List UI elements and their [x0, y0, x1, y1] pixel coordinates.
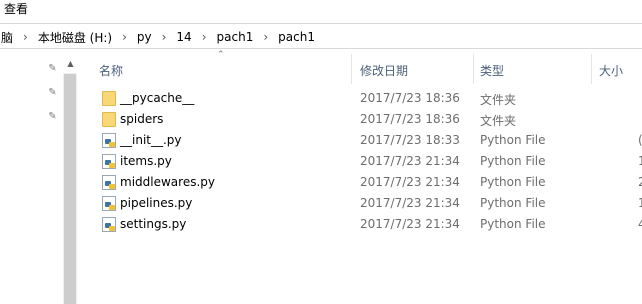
file-row[interactable]: __pycache__ 2017/7/23 18:36 文件夹 [80, 88, 642, 109]
chevron-right-icon[interactable]: › [194, 30, 215, 44]
column-divider[interactable] [473, 54, 474, 84]
file-date: 2017/7/23 21:34 [360, 175, 460, 189]
breadcrumb-item-drive[interactable]: 本地磁盘 (H:) [36, 29, 114, 46]
scrollbar-thumb[interactable] [64, 74, 76, 304]
file-name: pipelines.py [120, 196, 193, 210]
column-type[interactable]: 类型 [480, 62, 504, 79]
file-row[interactable]: pipelines.py 2017/7/23 21:34 Python File… [80, 193, 642, 214]
file-name: spiders [120, 112, 164, 126]
file-row[interactable]: settings.py 2017/7/23 21:34 Python File … [80, 214, 642, 235]
python-file-icon [102, 217, 116, 232]
address-bar[interactable]: 脑 › 本地磁盘 (H:) › py › 14 › pach1 › pach1 [0, 23, 642, 49]
python-file-icon [102, 196, 116, 211]
file-date: 2017/7/23 21:34 [360, 217, 460, 231]
file-size: 1 [638, 196, 642, 210]
file-row[interactable]: items.py 2017/7/23 21:34 Python File 1 [80, 151, 642, 172]
breadcrumb-item-14[interactable]: 14 [174, 30, 193, 44]
ribbon: 查看 [0, 0, 642, 18]
column-name[interactable]: 名称 [99, 62, 123, 79]
chevron-right-icon[interactable]: › [154, 30, 175, 44]
column-divider[interactable] [591, 54, 592, 84]
folder-icon [102, 91, 116, 106]
file-name: items.py [120, 154, 172, 168]
breadcrumb-item-computer[interactable]: 脑 [0, 29, 15, 46]
breadcrumb: 脑 › 本地磁盘 (H:) › py › 14 › pach1 › pach1 [0, 29, 317, 45]
sort-ascending-icon: ⌃ [217, 50, 225, 60]
file-row[interactable]: spiders 2017/7/23 18:36 文件夹 [80, 109, 642, 130]
file-type: Python File [480, 133, 546, 147]
file-size: 1 [638, 154, 642, 168]
file-type: 文件夹 [480, 114, 517, 128]
file-row[interactable]: middlewares.py 2017/7/23 21:34 Python Fi… [80, 172, 642, 193]
file-type: 文件夹 [480, 93, 517, 107]
folder-icon [102, 112, 116, 127]
file-date: 2017/7/23 21:34 [360, 196, 460, 210]
python-file-icon [102, 133, 116, 148]
column-date[interactable]: 修改日期 [360, 62, 408, 79]
column-header: ⌃ 名称 修改日期 类型 大小 [80, 50, 642, 86]
breadcrumb-item-pach1[interactable]: pach1 [215, 30, 256, 44]
file-size: ( [638, 133, 642, 147]
file-type: Python File [480, 217, 546, 231]
column-size[interactable]: 大小 [599, 62, 623, 79]
file-type: Python File [480, 175, 546, 189]
scroll-up-icon[interactable]: ▲ [64, 58, 77, 70]
python-file-icon [102, 154, 116, 169]
file-type: Python File [480, 196, 546, 210]
chevron-right-icon[interactable]: › [15, 30, 36, 44]
file-size: 4 [638, 217, 642, 231]
pin-icon[interactable]: ✎ [47, 111, 58, 122]
file-date: 2017/7/23 18:33 [360, 133, 460, 147]
file-name: __init__.py [120, 133, 182, 147]
breadcrumb-item-py[interactable]: py [135, 30, 154, 44]
file-date: 2017/7/23 18:36 [360, 112, 460, 126]
file-name: __pycache__ [120, 91, 195, 105]
breadcrumb-item-pach1-inner[interactable]: pach1 [276, 30, 317, 44]
file-type: Python File [480, 154, 546, 168]
file-name: middlewares.py [120, 175, 215, 189]
column-divider[interactable] [351, 54, 352, 84]
pin-icon[interactable]: ✎ [47, 87, 58, 98]
tab-view[interactable]: 查看 [4, 0, 28, 17]
file-date: 2017/7/23 18:36 [360, 91, 460, 105]
file-date: 2017/7/23 21:34 [360, 154, 460, 168]
python-file-icon [102, 175, 116, 190]
file-row[interactable]: __init__.py 2017/7/23 18:33 Python File … [80, 130, 642, 151]
chevron-right-icon[interactable]: › [114, 30, 135, 44]
file-size: 2 [638, 175, 642, 189]
pin-icon[interactable]: ✎ [47, 63, 58, 74]
chevron-right-icon[interactable]: › [255, 30, 276, 44]
file-name: settings.py [120, 217, 187, 231]
